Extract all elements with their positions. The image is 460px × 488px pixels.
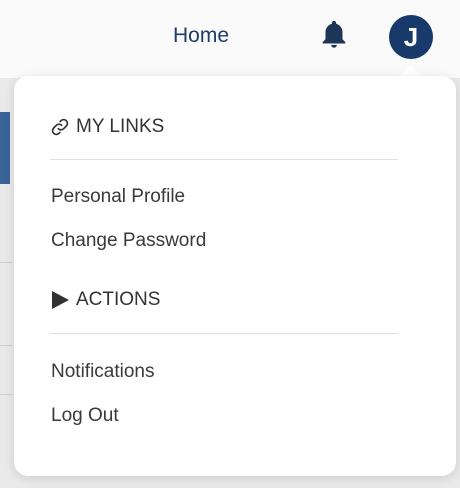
menu-item-notifications[interactable]: Notifications <box>51 361 155 383</box>
bell-icon[interactable] <box>317 18 351 52</box>
section-header-my-links: MY LINKS <box>50 116 164 138</box>
menu-item-log-out[interactable]: Log Out <box>51 405 119 427</box>
user-avatar[interactable]: J <box>389 15 433 59</box>
page-accent-bar <box>0 112 10 184</box>
section-header-actions: ACTIONS <box>50 289 160 311</box>
page-divider <box>0 262 12 263</box>
user-menu-dropdown: MY LINKS Personal Profile Change Passwor… <box>14 76 456 476</box>
menu-item-change-password[interactable]: Change Password <box>51 230 206 252</box>
top-navigation-bar: Home J <box>0 0 460 78</box>
link-icon <box>50 117 70 137</box>
section-divider <box>50 333 398 334</box>
menu-item-personal-profile[interactable]: Personal Profile <box>51 186 185 208</box>
section-title: MY LINKS <box>76 116 165 137</box>
section-title: ACTIONS <box>76 289 161 310</box>
home-link[interactable]: Home <box>173 24 229 48</box>
section-divider <box>50 159 398 160</box>
play-icon <box>50 290 70 310</box>
page-divider <box>0 345 12 395</box>
